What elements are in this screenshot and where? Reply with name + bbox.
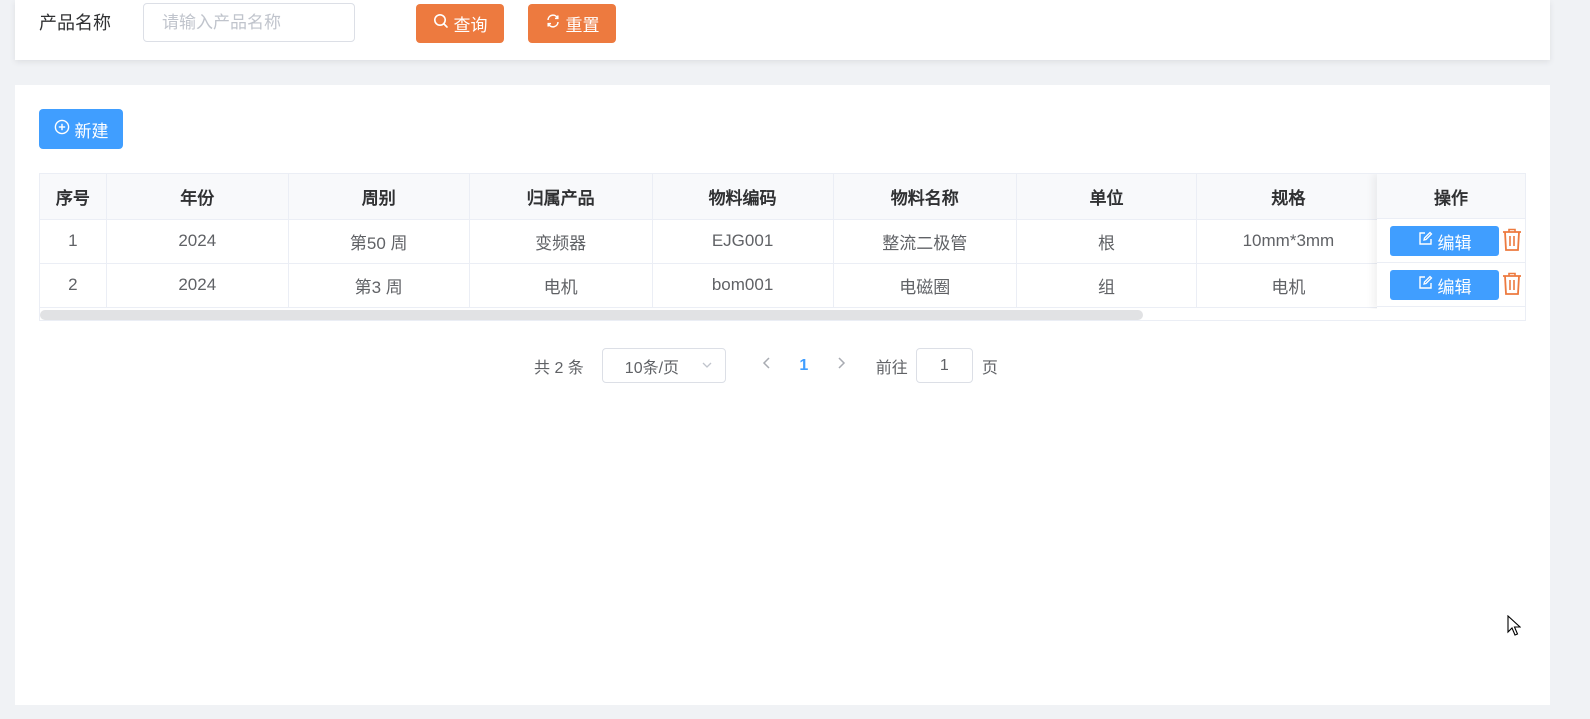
- cell-material-name: 电磁圈: [833, 263, 1017, 308]
- page-size-value: 10条/页: [624, 359, 680, 377]
- cell-material-code: EJG001: [652, 219, 834, 264]
- pagination-total: 共 2 条: [534, 359, 584, 377]
- plus-circle-icon: [54, 119, 70, 140]
- cell-year: 2024: [106, 219, 289, 264]
- cell-week: 第3 周: [288, 263, 470, 308]
- data-table: 序号 年份 周别 归属产品 物料编码 物料名称 单位 规格 1 2024 第50…: [39, 173, 1526, 321]
- cell-unit: 根: [1016, 219, 1198, 264]
- content-panel: 新建 序号 年份 周别 归属产品 物料编码 物料名称 单位 规格 1 2024 …: [15, 85, 1550, 705]
- trash-icon: [1502, 228, 1522, 255]
- scrollbar-thumb[interactable]: [40, 310, 1143, 320]
- edit-icon: [1418, 231, 1433, 251]
- edit-button-label: 编辑: [1437, 233, 1472, 253]
- table-row: 1 2024 第50 周 变频器 EJG001 整流二极管 根 10mm*3mm: [40, 219, 1525, 264]
- page-size-select[interactable]: 10条/页: [601, 348, 726, 383]
- header-year: 年份: [106, 174, 289, 220]
- reset-button-label: 重置: [565, 16, 600, 35]
- goto-suffix: 页: [981, 359, 998, 377]
- goto-label: 前往: [875, 359, 908, 377]
- edit-button[interactable]: 编辑: [1390, 226, 1499, 256]
- goto-page-input[interactable]: [915, 348, 973, 383]
- cell-product: 电机: [469, 263, 653, 308]
- search-button[interactable]: 查询: [416, 4, 504, 43]
- table-header-row: 序号 年份 周别 归属产品 物料编码 物料名称 单位 规格: [40, 174, 1525, 220]
- delete-button[interactable]: [1501, 227, 1523, 255]
- cell-year: 2024: [106, 263, 289, 308]
- header-week: 周别: [288, 174, 470, 220]
- action-cell: 编辑: [1377, 219, 1525, 263]
- chevron-down-icon: [701, 358, 713, 376]
- chevron-left-icon: [761, 356, 773, 375]
- header-index: 序号: [40, 174, 107, 220]
- product-name-label: 产品名称: [39, 13, 111, 33]
- mouse-cursor-icon: [1507, 614, 1522, 642]
- search-button-label: 查询: [453, 16, 488, 35]
- cell-material-name: 整流二极管: [833, 219, 1017, 264]
- page-number-active[interactable]: 1: [780, 357, 828, 375]
- action-column: 操作 编辑 编辑: [1377, 174, 1525, 310]
- header-actions: 操作: [1377, 174, 1525, 219]
- pagination: 共 2 条 10条/页 1 前往 页: [534, 348, 998, 383]
- cell-product: 变频器: [469, 219, 653, 264]
- cell-unit: 组: [1016, 263, 1198, 308]
- next-page-button[interactable]: [828, 351, 854, 381]
- cell-index: 2: [40, 263, 107, 308]
- cell-index: 1: [40, 219, 107, 264]
- header-product: 归属产品: [469, 174, 653, 220]
- header-unit: 单位: [1016, 174, 1198, 220]
- horizontal-scrollbar[interactable]: [40, 309, 1525, 320]
- header-material-code: 物料编码: [652, 174, 834, 220]
- cell-material-code: bom001: [652, 263, 834, 308]
- prev-page-button[interactable]: [754, 351, 780, 381]
- product-name-input[interactable]: [143, 3, 355, 42]
- edit-button[interactable]: 编辑: [1390, 270, 1499, 300]
- table-row: 2 2024 第3 周 电机 bom001 电磁圈 组 电机: [40, 263, 1525, 308]
- delete-button[interactable]: [1501, 271, 1523, 299]
- cell-spec: 电机: [1196, 263, 1381, 308]
- new-button-label: 新建: [74, 121, 109, 141]
- header-material-name: 物料名称: [833, 174, 1017, 220]
- search-icon: [433, 13, 449, 34]
- refresh-icon: [545, 13, 561, 34]
- action-cell: 编辑: [1377, 263, 1525, 307]
- header-spec: 规格: [1196, 174, 1381, 220]
- edit-button-label: 编辑: [1437, 277, 1472, 297]
- reset-button[interactable]: 重置: [528, 4, 616, 43]
- cell-week: 第50 周: [288, 219, 470, 264]
- chevron-right-icon: [835, 356, 847, 375]
- new-button[interactable]: 新建: [39, 109, 123, 149]
- search-panel: 产品名称 查询 重置: [15, 0, 1550, 60]
- edit-icon: [1418, 275, 1433, 295]
- cell-spec: 10mm*3mm: [1196, 219, 1381, 264]
- trash-icon: [1502, 272, 1522, 299]
